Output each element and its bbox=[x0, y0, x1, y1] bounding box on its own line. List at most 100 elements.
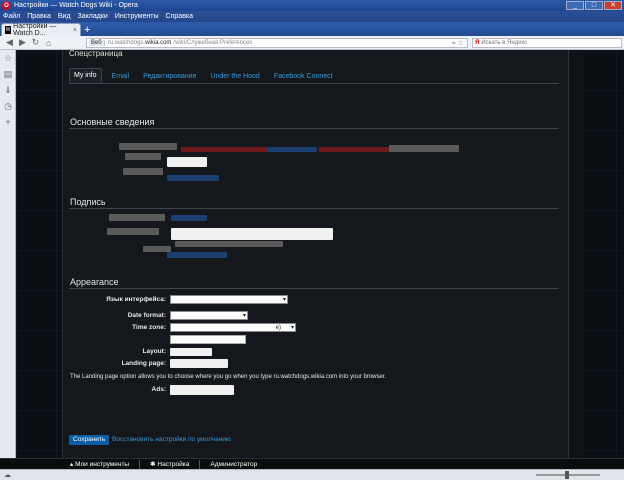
section-appearance: Appearance bbox=[70, 277, 119, 287]
redacted-block bbox=[125, 153, 161, 160]
toolbar-separator bbox=[139, 459, 141, 469]
language-select[interactable]: ▾ bbox=[170, 295, 288, 304]
add-panel-icon[interactable]: + bbox=[0, 114, 16, 130]
redacted-block bbox=[319, 147, 389, 152]
window-controls: _ □ ✕ bbox=[566, 1, 622, 10]
new-tab-button[interactable]: + bbox=[84, 24, 90, 36]
tab-my-info[interactable]: My info bbox=[69, 68, 102, 83]
time-zone-label: Time zone: bbox=[132, 324, 166, 331]
preferences-content: Спецстраница My info Email Редактировани… bbox=[62, 50, 569, 458]
browser-tab-bar: W Настройки — Watch D... × + bbox=[0, 22, 624, 37]
url-prefix: ru.watchdogs. bbox=[107, 40, 146, 46]
my-tools-menu[interactable]: ▴ Мои инструменты bbox=[70, 460, 129, 468]
redacted-block bbox=[175, 241, 283, 247]
wikia-favicon-icon: W bbox=[5, 26, 12, 34]
menu-file[interactable]: Файл bbox=[3, 13, 20, 20]
redacted-link bbox=[167, 175, 219, 181]
browser-tab[interactable]: W Настройки — Watch D... × bbox=[1, 23, 81, 37]
chevron-down-icon: ▾ bbox=[282, 297, 286, 303]
tab-email[interactable]: Email bbox=[108, 70, 134, 83]
search-placeholder: Искать в Яндекс bbox=[481, 40, 528, 46]
landing-page-label: Landing page: bbox=[121, 360, 166, 367]
tab-close-icon[interactable]: × bbox=[73, 27, 77, 34]
redacted-link bbox=[167, 252, 227, 258]
customize-label: Настройка bbox=[157, 461, 190, 468]
time-zone-offset-input[interactable] bbox=[170, 335, 246, 344]
page-heading: Спецстраница bbox=[69, 50, 123, 58]
language-label: Язык интерфейса: bbox=[106, 296, 166, 303]
reload-icon[interactable]: ↻ bbox=[29, 37, 42, 48]
history-panel-icon[interactable]: ◷ bbox=[0, 98, 16, 114]
layout-label: Layout: bbox=[142, 348, 166, 355]
section-signature: Подпись bbox=[70, 197, 106, 207]
section-basic-info: Основные сведения bbox=[70, 117, 155, 127]
tab-under-the-hood[interactable]: Under the Hood bbox=[206, 70, 263, 83]
restore-defaults-link[interactable]: Восстановить настройки по умолчанию bbox=[112, 436, 231, 443]
address-field[interactable]: Веб ru.watchdogs. wikia.com/wiki/Служебна… bbox=[86, 38, 468, 48]
menu-bookmarks[interactable]: Закладки bbox=[78, 13, 108, 20]
bookmarks-panel-icon[interactable]: ☆ bbox=[0, 50, 16, 66]
section-divider bbox=[69, 208, 559, 209]
notes-panel-icon[interactable]: ▤ bbox=[0, 66, 16, 82]
redacted-link bbox=[171, 215, 207, 221]
redacted-block bbox=[181, 147, 267, 152]
browser-status-bar: ☁ bbox=[0, 469, 624, 480]
right-strip bbox=[569, 50, 583, 458]
web-chip: Веб bbox=[89, 40, 105, 46]
section-divider bbox=[69, 288, 559, 289]
date-format-select[interactable]: ▾ bbox=[170, 311, 248, 320]
tab-facebook-connect[interactable]: Facebook Connect bbox=[270, 70, 337, 83]
ads-select[interactable] bbox=[170, 385, 234, 395]
ads-label: Ads: bbox=[151, 386, 166, 393]
yandex-icon: Я bbox=[475, 40, 480, 46]
home-icon[interactable]: ⌂ bbox=[42, 38, 55, 48]
landing-page-select[interactable] bbox=[170, 359, 228, 368]
browser-tab-label: Настройки — Watch D... bbox=[13, 23, 57, 37]
wikia-toolbar: ▴ Мои инструменты ✱ Настройка Администра… bbox=[0, 458, 624, 469]
menu-tools[interactable]: Инструменты bbox=[115, 13, 159, 20]
zoom-slider-handle[interactable] bbox=[565, 471, 569, 479]
time-zone-select[interactable]: e) ▾ bbox=[170, 323, 296, 332]
feed-icon[interactable]: ⌁ ☆ bbox=[452, 39, 464, 47]
time-zone-value: e) bbox=[275, 325, 281, 331]
url-domain-highlight: wikia.com bbox=[145, 40, 172, 46]
menu-help[interactable]: Справка bbox=[166, 13, 193, 20]
save-button[interactable]: Сохранить bbox=[69, 435, 110, 445]
opera-icon: O bbox=[2, 1, 11, 10]
page-viewport: Спецстраница My info Email Редактировани… bbox=[16, 50, 624, 458]
menu-bar: Файл Правка Вид Закладки Инструменты Спр… bbox=[0, 11, 624, 22]
toolbar-separator bbox=[199, 459, 201, 469]
layout-value[interactable] bbox=[170, 348, 212, 356]
redacted-block bbox=[109, 214, 165, 221]
chevron-down-icon: ▾ bbox=[242, 313, 246, 319]
search-field[interactable]: Я Искать в Яндекс bbox=[472, 38, 622, 48]
redacted-block bbox=[123, 168, 163, 175]
menu-edit[interactable]: Правка bbox=[27, 13, 51, 20]
tab-editing[interactable]: Редактирование bbox=[139, 70, 200, 83]
redacted-block bbox=[267, 147, 317, 152]
landing-page-note: The Landing page option allows you to ch… bbox=[70, 374, 387, 380]
date-format-label: Date format: bbox=[127, 312, 166, 319]
redacted-block bbox=[389, 145, 459, 152]
minimize-button[interactable]: _ bbox=[566, 1, 584, 10]
side-panel: ☆ ▤ ⇓ ◷ + bbox=[0, 50, 16, 458]
window-titlebar: O Настройки — Watch Dogs Wiki - Opera _ … bbox=[0, 0, 624, 11]
cloud-icon[interactable]: ☁ bbox=[4, 471, 11, 479]
redacted-input bbox=[171, 228, 333, 240]
close-button[interactable]: ✕ bbox=[604, 1, 622, 10]
redacted-block bbox=[119, 143, 177, 150]
section-divider bbox=[69, 128, 559, 129]
gear-icon: ✱ bbox=[150, 461, 156, 468]
forward-icon[interactable]: ▶ bbox=[16, 37, 29, 48]
maximize-button[interactable]: □ bbox=[585, 1, 603, 10]
my-tools-label: Мои инструменты bbox=[75, 461, 130, 468]
url-path: /wiki/Служебная:Preferences bbox=[173, 40, 253, 46]
admin-link[interactable]: Администратор bbox=[210, 461, 257, 468]
downloads-panel-icon[interactable]: ⇓ bbox=[0, 82, 16, 98]
back-icon[interactable]: ◀ bbox=[3, 37, 16, 48]
menu-view[interactable]: Вид bbox=[58, 13, 71, 20]
chevron-down-icon: ▾ bbox=[290, 325, 294, 331]
redacted-input bbox=[167, 157, 207, 167]
address-toolbar: ◀ ▶ ↻ ⌂ Веб ru.watchdogs. wikia.com/wiki/… bbox=[0, 36, 624, 50]
customize-button[interactable]: ✱ Настройка bbox=[150, 460, 189, 468]
